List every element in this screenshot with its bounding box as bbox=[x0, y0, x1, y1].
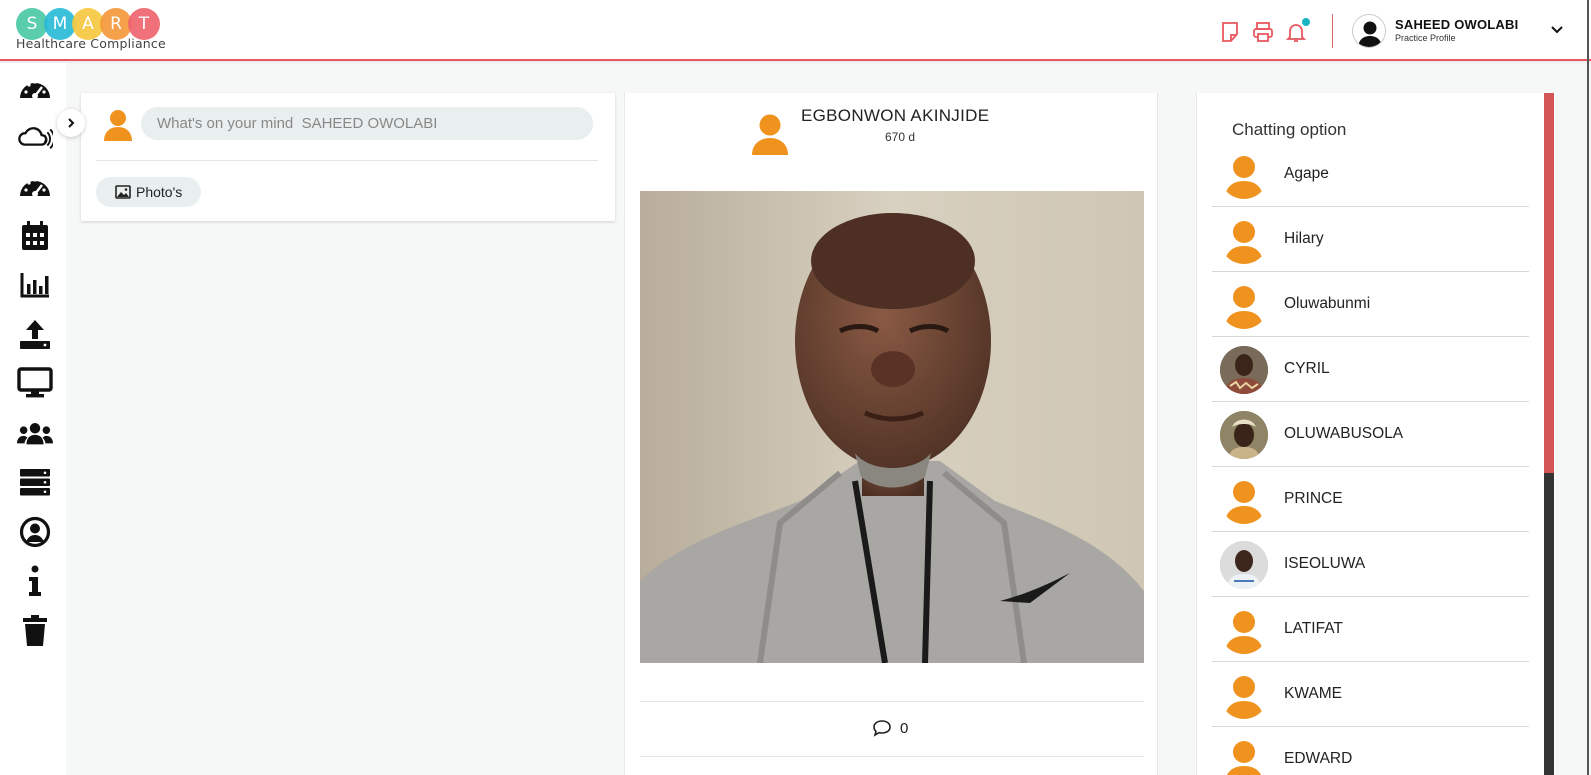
gauge-icon[interactable] bbox=[17, 169, 53, 205]
post-image[interactable] bbox=[640, 191, 1144, 663]
chat-panel: Chatting option Agape Hilary Oluwabunmi … bbox=[1196, 93, 1555, 775]
chat-contact-name: CYRIL bbox=[1284, 360, 1330, 377]
chevron-right-icon bbox=[68, 118, 75, 128]
chat-contact-name: Oluwabunmi bbox=[1284, 295, 1371, 312]
cloud-signal-icon[interactable] bbox=[17, 119, 53, 155]
photos-button-label: Photo's bbox=[136, 184, 183, 200]
contact-photo-avatar bbox=[1220, 411, 1268, 459]
default-avatar-icon bbox=[1220, 216, 1268, 264]
default-avatar-icon bbox=[1220, 671, 1268, 719]
sidebar bbox=[0, 63, 66, 775]
monitor-icon[interactable] bbox=[17, 365, 53, 401]
bell-icon[interactable] bbox=[1284, 18, 1310, 44]
post-composer: Photo's bbox=[81, 93, 615, 221]
default-avatar-icon bbox=[1220, 151, 1268, 199]
server-icon[interactable] bbox=[17, 464, 53, 500]
post-timestamp: 670 d bbox=[885, 130, 916, 144]
header-divider bbox=[1332, 14, 1333, 48]
comment-icon bbox=[873, 720, 891, 737]
trash-icon[interactable] bbox=[17, 613, 53, 649]
composer-avatar bbox=[103, 107, 133, 145]
printer-icon[interactable] bbox=[1251, 20, 1275, 44]
user-name[interactable]: SAHEED OWOLABI bbox=[1395, 17, 1518, 32]
chat-contact-name: Hilary bbox=[1284, 230, 1324, 247]
dashboard-gauge-icon[interactable] bbox=[17, 71, 53, 107]
chat-contact[interactable]: EDWARD bbox=[1212, 727, 1529, 775]
app-logo[interactable]: S M A R T Healthcare Compliance bbox=[16, 8, 166, 51]
default-avatar-icon bbox=[1220, 476, 1268, 524]
top-header: S M A R T Healthcare Compliance SAHEED O… bbox=[0, 0, 1591, 61]
chat-contact-name: LATIFAT bbox=[1284, 620, 1343, 637]
default-avatar-icon bbox=[1220, 606, 1268, 654]
post-input[interactable] bbox=[141, 107, 593, 140]
composer-divider bbox=[96, 160, 598, 161]
comments-button[interactable]: 0 bbox=[872, 719, 908, 737]
chat-contact[interactable]: Oluwabunmi bbox=[1212, 272, 1529, 337]
scrollbar-thumb[interactable] bbox=[1544, 93, 1554, 473]
comment-count: 0 bbox=[900, 719, 909, 737]
chevron-down-icon[interactable] bbox=[1550, 22, 1564, 41]
user-profile-label: Practice Profile bbox=[1395, 33, 1456, 43]
post-author-avatar[interactable] bbox=[751, 111, 789, 159]
chat-contact[interactable]: Agape bbox=[1212, 142, 1529, 207]
notification-dot bbox=[1302, 18, 1310, 26]
post-divider-bottom bbox=[640, 756, 1144, 757]
user-circle-icon[interactable] bbox=[17, 514, 53, 550]
sidebar-toggle-button[interactable] bbox=[57, 109, 85, 137]
calendar-icon[interactable] bbox=[17, 218, 53, 254]
logo-letter-t: T bbox=[128, 8, 160, 40]
chat-contact[interactable]: ISEOLUWA bbox=[1212, 532, 1529, 597]
logo-circles: S M A R T bbox=[16, 8, 166, 40]
default-avatar-icon bbox=[1220, 281, 1268, 329]
window-edge bbox=[1587, 0, 1589, 775]
chat-contact-name: KWAME bbox=[1284, 685, 1342, 702]
chat-contact[interactable]: CYRIL bbox=[1212, 337, 1529, 402]
users-group-icon[interactable] bbox=[17, 415, 53, 451]
header-actions bbox=[1218, 18, 1310, 44]
chat-contact[interactable]: OLUWABUSOLA bbox=[1212, 402, 1529, 467]
default-avatar-icon bbox=[1220, 736, 1268, 775]
chat-contact[interactable]: KWAME bbox=[1212, 662, 1529, 727]
contact-photo-avatar bbox=[1220, 541, 1268, 589]
chat-contact-name: OLUWABUSOLA bbox=[1284, 425, 1404, 442]
chat-contact-list: Agape Hilary Oluwabunmi CYRIL OLUWABUSOL bbox=[1212, 142, 1529, 775]
post-author-name[interactable]: EGBONWON AKINJIDE bbox=[801, 106, 989, 126]
post-divider-top bbox=[640, 701, 1144, 702]
chat-scrollbar[interactable] bbox=[1544, 93, 1554, 775]
note-icon[interactable] bbox=[1218, 20, 1242, 44]
feed-post: EGBONWON AKINJIDE 670 d 0 bbox=[624, 93, 1158, 775]
upload-icon[interactable] bbox=[17, 316, 53, 352]
chat-contact[interactable]: Hilary bbox=[1212, 207, 1529, 272]
chat-contact-name: ISEOLUWA bbox=[1284, 555, 1366, 572]
chat-contact-name: Agape bbox=[1284, 165, 1329, 182]
contact-photo-avatar bbox=[1220, 346, 1268, 394]
photos-button[interactable]: Photo's bbox=[96, 177, 202, 207]
info-icon[interactable] bbox=[17, 563, 53, 599]
chat-contact-name: PRINCE bbox=[1284, 490, 1343, 507]
chat-contact[interactable]: LATIFAT bbox=[1212, 597, 1529, 662]
chat-contact[interactable]: PRINCE bbox=[1212, 467, 1529, 532]
user-avatar[interactable] bbox=[1352, 14, 1386, 48]
chat-contact-name: EDWARD bbox=[1284, 750, 1353, 767]
image-icon bbox=[115, 185, 131, 199]
chat-panel-title: Chatting option bbox=[1232, 120, 1347, 139]
bar-chart-icon[interactable] bbox=[17, 267, 53, 303]
